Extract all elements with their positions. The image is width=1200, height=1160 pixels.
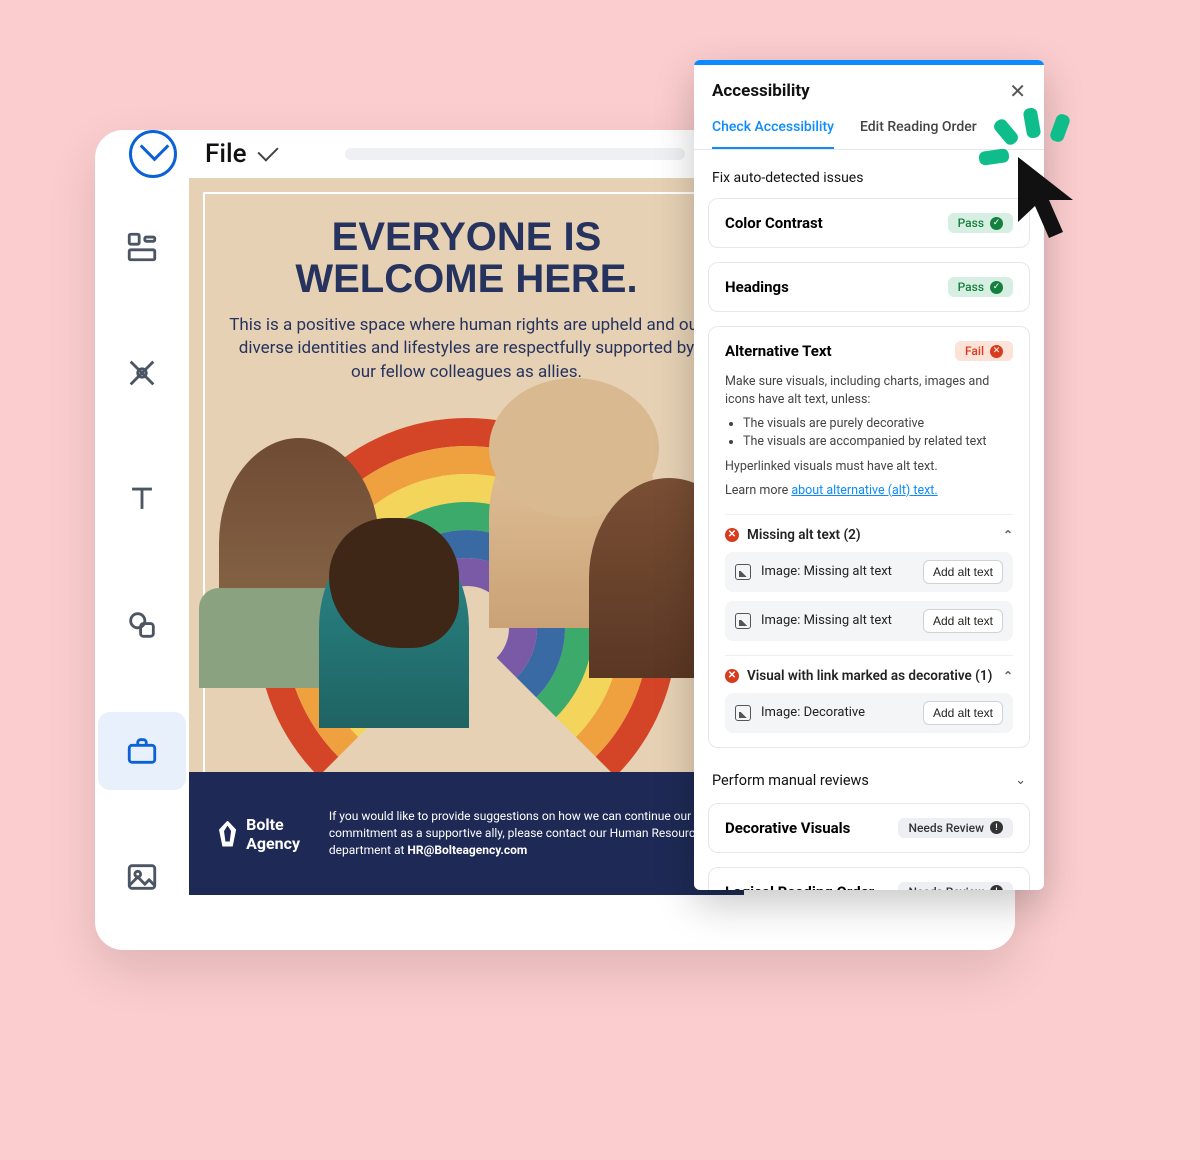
spark-icon — [1049, 112, 1072, 143]
manual-reviews-toggle[interactable]: Perform manual reviews ⌄ — [708, 762, 1030, 803]
shapes-icon — [125, 608, 159, 642]
company-logo: Bolte Agency — [219, 815, 309, 853]
sidebar-item-shapes[interactable] — [98, 586, 186, 664]
alt-desc-intro: Make sure visuals, including charts, ima… — [725, 374, 989, 407]
issue-label: Image: Missing alt text — [761, 613, 892, 628]
check-color-contrast[interactable]: Color Contrast Pass ✓ — [708, 198, 1030, 248]
issue-group-label: Visual with link marked as decorative (1… — [747, 668, 992, 684]
check-headings[interactable]: Headings Pass ✓ — [708, 262, 1030, 312]
image-icon — [125, 860, 159, 894]
company-name: Bolte Agency — [246, 815, 309, 853]
issue-label: Image: Decorative — [761, 705, 865, 720]
close-button[interactable]: ✕ — [1009, 79, 1026, 103]
check-icon: ✓ — [990, 217, 1003, 230]
layout-icon — [125, 230, 159, 264]
company-logo-icon — [219, 821, 236, 847]
chevron-down-icon — [257, 140, 278, 161]
image-icon — [735, 613, 751, 629]
check-name: Color Contrast — [725, 214, 823, 232]
check-name: Decorative Visuals — [725, 819, 850, 837]
learn-more-link[interactable]: about alternative (alt) text. — [791, 483, 937, 498]
issue-row[interactable]: Image: Decorative Add alt text — [725, 693, 1013, 733]
poster-title: EVERYONE IS WELCOME HERE. — [189, 178, 744, 314]
poster-illustration — [189, 408, 744, 778]
alt-desc-bullet: The visuals are purely decorative — [743, 415, 1013, 433]
status-badge: Needs Review ! — [898, 818, 1013, 838]
add-alt-text-button[interactable]: Add alt text — [923, 609, 1003, 633]
file-menu-label: File — [205, 139, 247, 169]
tab-check-accessibility[interactable]: Check Accessibility — [712, 111, 834, 149]
panel-header: Accessibility ✕ — [694, 65, 1044, 111]
briefcase-icon — [125, 734, 159, 768]
check-name: Alternative Text — [725, 342, 832, 360]
panel-scroll-area[interactable]: Fix auto-detected issues Color Contrast … — [694, 150, 1044, 890]
tab-edit-reading-order[interactable]: Edit Reading Order — [860, 111, 977, 149]
alt-text-description: Make sure visuals, including charts, ima… — [725, 373, 1013, 500]
poster-title-line2: WELCOME HERE. — [219, 258, 714, 300]
poster-title-line1: EVERYONE IS — [219, 216, 714, 258]
poster-subtitle: This is a positive space where human rig… — [189, 314, 744, 384]
panel-tabs: Check Accessibility Edit Reading Order — [694, 111, 1044, 150]
issue-group-visual-link-decorative: ✕ Visual with link marked as decorative … — [725, 655, 1013, 733]
check-name: Headings — [725, 278, 789, 296]
sidebar-item-templates[interactable] — [98, 208, 186, 286]
info-icon: ! — [990, 885, 1003, 890]
sidebar-item-images[interactable] — [98, 838, 186, 916]
status-text: Pass — [958, 216, 984, 230]
sidebar-item-brand[interactable] — [98, 712, 186, 790]
status-badge: Needs Review ! — [898, 882, 1013, 890]
issue-group-missing-alt: ✕ Missing alt text (2) ⌃ Image: Missing … — [725, 514, 1013, 641]
check-logical-reading-order[interactable]: Logical Reading Order Needs Review ! — [708, 867, 1030, 890]
chevron-up-icon: ⌃ — [1003, 669, 1013, 683]
issue-label: Image: Missing alt text — [761, 564, 892, 579]
poster-footer: Bolte Agency If you would like to provid… — [189, 772, 744, 895]
check-icon: ✓ — [990, 281, 1003, 294]
panel-title: Accessibility — [712, 81, 810, 101]
status-text: Fail — [965, 344, 984, 358]
auto-issues-heading: Fix auto-detected issues — [712, 170, 1026, 186]
error-icon: ✕ — [725, 669, 739, 683]
status-text: Needs Review — [908, 885, 984, 890]
poster-document[interactable]: EVERYONE IS WELCOME HERE. This is a posi… — [189, 178, 744, 895]
chevron-down-icon: ⌄ — [1015, 773, 1026, 788]
issue-group-toggle[interactable]: ✕ Visual with link marked as decorative … — [725, 668, 1013, 684]
check-name: Logical Reading Order — [725, 883, 874, 890]
alt-desc-bullet: The visuals are accompanied by related t… — [743, 433, 1013, 451]
add-alt-text-button[interactable]: Add alt text — [923, 701, 1003, 725]
issue-row[interactable]: Image: Missing alt text Add alt text — [725, 601, 1013, 641]
add-alt-text-button[interactable]: Add alt text — [923, 560, 1003, 584]
check-alternative-text: Alternative Text Fail ✕ Make sure visual… — [708, 326, 1030, 748]
image-icon — [735, 705, 751, 721]
chevron-up-icon: ⌃ — [1003, 528, 1013, 542]
poster-footer-text: If you would like to provide suggestions… — [329, 808, 714, 858]
status-badge: Pass ✓ — [948, 213, 1013, 233]
status-badge: Fail ✕ — [955, 341, 1013, 361]
sidebar-item-design[interactable] — [98, 334, 186, 412]
file-menu[interactable]: File — [205, 139, 277, 169]
learn-more-prefix: Learn more — [725, 483, 791, 498]
text-icon — [125, 482, 159, 516]
app-logo-icon — [129, 130, 177, 178]
fail-icon: ✕ — [990, 345, 1003, 358]
issue-group-toggle[interactable]: ✕ Missing alt text (2) ⌃ — [725, 527, 1013, 543]
status-badge: Pass ✓ — [948, 277, 1013, 297]
issue-group-label: Missing alt text (2) — [747, 527, 861, 543]
design-tools-icon — [125, 356, 159, 390]
info-icon: ! — [990, 821, 1003, 834]
header-placeholder-bar — [345, 148, 685, 160]
status-text: Needs Review — [908, 821, 984, 835]
check-decorative-visuals[interactable]: Decorative Visuals Needs Review ! — [708, 803, 1030, 853]
status-text: Pass — [958, 280, 984, 294]
side-rail — [95, 178, 189, 950]
footer-email: HR@Bolteagency.com — [407, 843, 527, 857]
accessibility-panel: Accessibility ✕ Check Accessibility Edit… — [694, 60, 1044, 890]
image-icon — [735, 564, 751, 580]
alt-desc-note: Hyperlinked visuals must have alt text. — [725, 458, 1013, 476]
sidebar-item-text[interactable] — [98, 460, 186, 538]
issue-row[interactable]: Image: Missing alt text Add alt text — [725, 552, 1013, 592]
manual-reviews-heading: Perform manual reviews — [712, 772, 869, 789]
person-graphic — [319, 528, 469, 728]
error-icon: ✕ — [725, 528, 739, 542]
